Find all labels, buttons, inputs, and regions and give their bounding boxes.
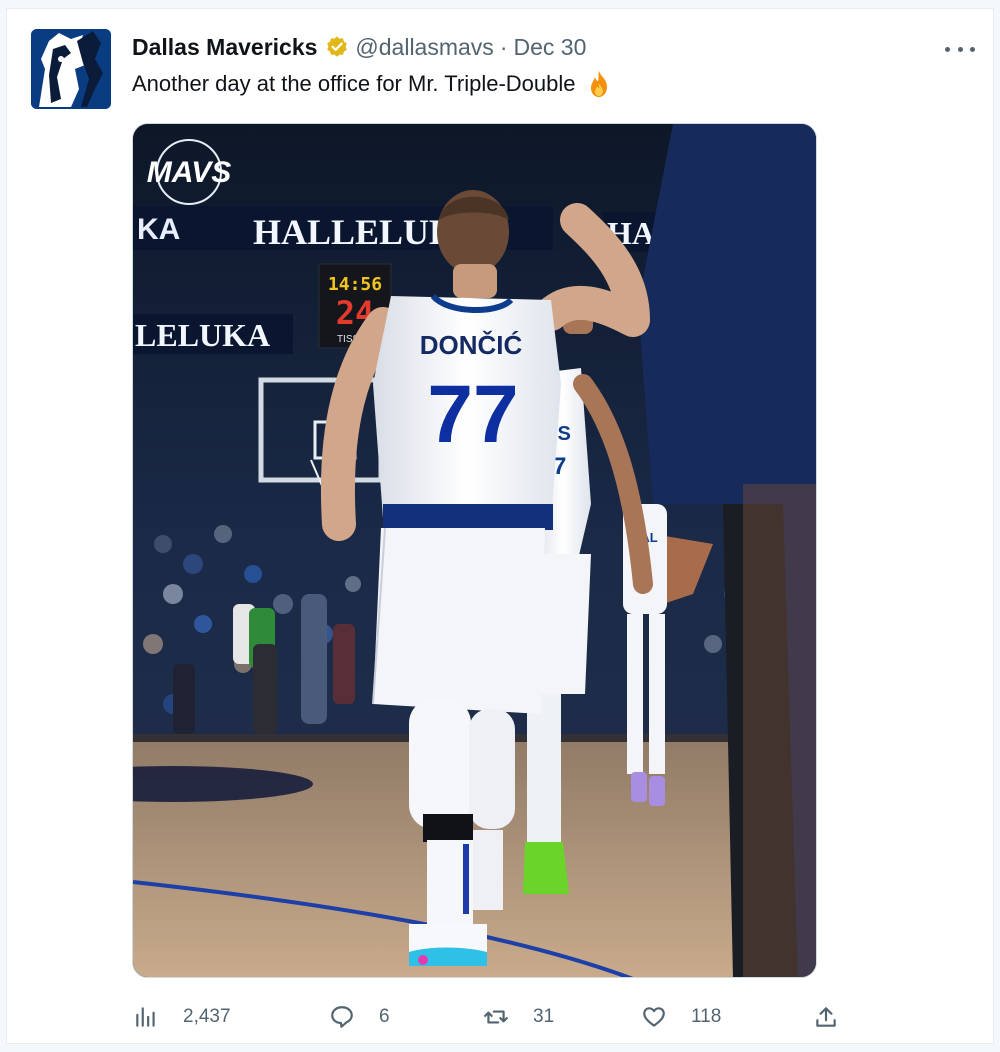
tweet-text-content: Another day at the office for Mr. Triple…	[132, 71, 576, 96]
tweet-date[interactable]: Dec 30	[513, 34, 586, 61]
tweet-text: Another day at the office for Mr. Triple…	[132, 69, 614, 99]
tweet-header: Dallas Mavericks @dallasmavs · Dec 30	[132, 33, 586, 61]
views-count: 2,437	[183, 1006, 231, 1027]
basketball-photo: KA HALLELUKA HA LELUKA 14:56 24 TISSOT M…	[133, 124, 816, 977]
like-action[interactable]: 118	[641, 1002, 721, 1032]
share-upload-icon	[816, 1007, 836, 1027]
retweets-count: 31	[533, 1006, 555, 1027]
verified-badge-icon	[327, 36, 348, 57]
mavericks-logo	[31, 29, 111, 109]
author-name[interactable]: Dallas Mavericks	[132, 34, 317, 61]
avatar[interactable]	[31, 29, 111, 109]
reply-action[interactable]: 6	[329, 1002, 390, 1032]
jersey-name: DONČIĆ	[420, 330, 523, 360]
tweet-media-image[interactable]: KA HALLELUKA HA LELUKA 14:56 24 TISSOT M…	[132, 123, 817, 978]
replies-count: 6	[379, 1006, 390, 1027]
retweet-arrows-icon	[484, 1010, 508, 1024]
more-dots-icon[interactable]	[945, 39, 975, 59]
bar-chart-icon	[136, 1007, 155, 1027]
share-action[interactable]	[813, 1002, 863, 1032]
tweet-card[interactable]: Dallas Mavericks @dallasmavs · Dec 30 An…	[6, 8, 994, 1044]
game-clock: 14:56	[328, 274, 382, 295]
likes-count: 118	[691, 1006, 722, 1027]
author-handle[interactable]: @dallasmavs	[355, 34, 493, 61]
fire-emoji-icon	[590, 71, 607, 97]
banner-left: KA	[137, 213, 180, 246]
speech-bubble-icon	[331, 1006, 353, 1028]
views-action[interactable]: 2,437	[133, 1002, 231, 1032]
heart-icon	[643, 1007, 665, 1027]
tweet-actions: 2,437 6 31 118	[133, 1002, 853, 1032]
mavs-logo-text: MAVS	[147, 156, 231, 189]
retweet-action[interactable]: 31	[483, 1002, 554, 1032]
banner-lower: LELUKA	[135, 317, 270, 353]
jersey-number: 77	[427, 369, 518, 460]
separator-dot: ·	[499, 33, 508, 60]
